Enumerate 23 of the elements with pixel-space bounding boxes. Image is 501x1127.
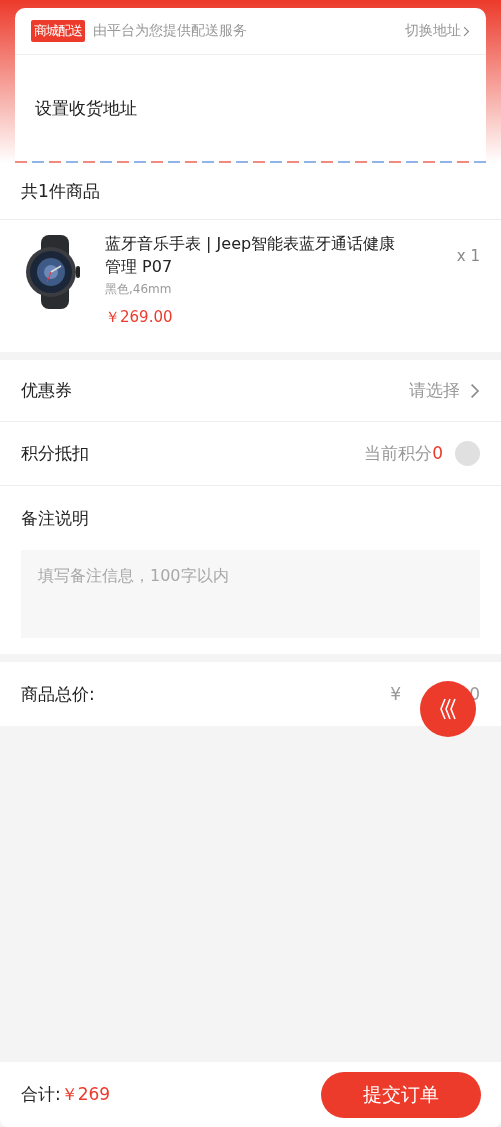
address-prompt[interactable]: 设置收货地址 <box>35 96 137 120</box>
switch-address-link[interactable]: 切换地址 <box>405 22 470 40</box>
total-price-start: ¥ <box>390 684 402 704</box>
product-spec: 黑色,46mm <box>105 281 173 298</box>
remarks-label: 备注说明 <box>21 506 89 530</box>
points-balance: 当前积分0 <box>364 442 443 465</box>
coupon-label: 优惠券 <box>21 379 72 402</box>
triple-chevron-left-icon <box>439 698 457 720</box>
chevron-right-icon <box>470 382 480 399</box>
product-name: 蓝牙音乐手表 | Jeep智能表蓝牙通话健康管理 P07 <box>105 233 397 278</box>
goods-count-title: 共1件商品 <box>21 179 100 203</box>
product-quantity: x 1 <box>456 247 480 267</box>
delivery-description: 由平台为您提供配送服务 <box>93 22 247 40</box>
order-sum: 合计:￥269 <box>21 1083 111 1106</box>
submit-order-button[interactable]: 提交订单 <box>321 1071 481 1118</box>
points-toggle[interactable] <box>455 441 480 466</box>
delivery-tag: 商城配送 <box>31 20 85 42</box>
coupon-select[interactable]: 请选择 <box>409 379 461 402</box>
points-label: 积分抵扣 <box>21 442 89 465</box>
chevron-right-icon <box>463 25 470 37</box>
product-price: ￥269.00 <box>105 308 174 327</box>
remarks-field[interactable]: 填写备注信息，100字以内 <box>21 550 480 638</box>
total-label: 商品总价: <box>21 682 95 706</box>
